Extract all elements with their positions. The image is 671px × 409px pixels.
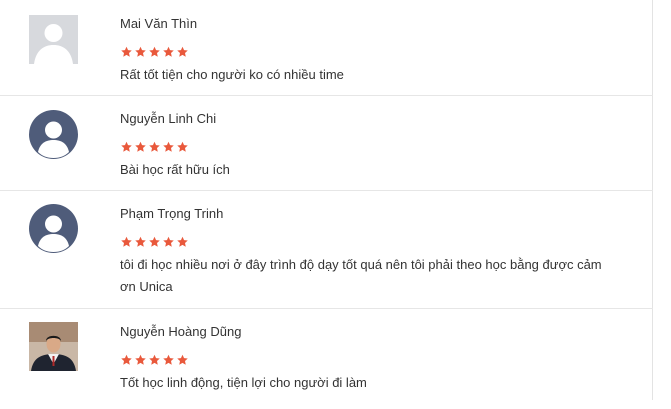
reviewer-name: Nguyễn Hoàng Dũng [120, 324, 242, 339]
rating-stars [120, 354, 189, 366]
review-item: Nguyễn Linh Chi Bài học rất hữu ích [0, 96, 653, 191]
review-comment: Rất tốt tiện cho người ko có nhiều time [120, 67, 344, 82]
star-icon [177, 354, 188, 365]
star-icon [177, 236, 188, 247]
star-icon [163, 236, 174, 247]
reviewer-name: Phạm Trọng Trinh [120, 206, 224, 221]
review-comment: Bài học rất hữu ích [120, 162, 230, 177]
star-icon [135, 236, 146, 247]
star-icon [149, 236, 160, 247]
star-icon [121, 236, 132, 247]
user-silhouette-icon [29, 15, 78, 64]
star-icon [149, 46, 160, 57]
star-icon [135, 141, 146, 152]
reviews-list: Mai Văn Thìn Rất tốt tiện cho người ko c… [0, 0, 653, 400]
star-icon [163, 354, 174, 365]
review-item: Nguyễn Hoàng Dũng Tốt học linh động, tiệ… [0, 309, 653, 409]
avatar-default-gray [29, 15, 78, 64]
rating-stars [120, 141, 189, 153]
star-icon [135, 354, 146, 365]
star-icon [121, 354, 132, 365]
star-icon [149, 141, 160, 152]
rating-stars [120, 236, 189, 248]
review-item: Phạm Trọng Trinh tôi đi học nhiều nơi ở … [0, 191, 653, 309]
star-icon [177, 46, 188, 57]
avatar-photo [29, 322, 78, 371]
avatar-default-blue [29, 204, 78, 253]
user-silhouette-icon [29, 204, 78, 253]
reviewer-name: Mai Văn Thìn [120, 16, 198, 31]
star-icon [177, 141, 188, 152]
star-icon [121, 46, 132, 57]
star-icon [163, 46, 174, 57]
user-photo-icon [29, 322, 78, 371]
star-icon [121, 141, 132, 152]
user-silhouette-icon [29, 110, 78, 159]
star-icon [149, 354, 160, 365]
avatar-default-blue [29, 110, 78, 159]
review-comment: tôi đi học nhiều nơi ở đây trình độ dạy … [120, 257, 602, 294]
review-item: Mai Văn Thìn Rất tốt tiện cho người ko c… [0, 0, 653, 96]
review-comment: Tốt học linh động, tiện lợi cho người đi… [120, 375, 367, 390]
star-icon [135, 46, 146, 57]
star-icon [163, 141, 174, 152]
rating-stars [120, 46, 189, 58]
reviewer-name: Nguyễn Linh Chi [120, 111, 217, 126]
